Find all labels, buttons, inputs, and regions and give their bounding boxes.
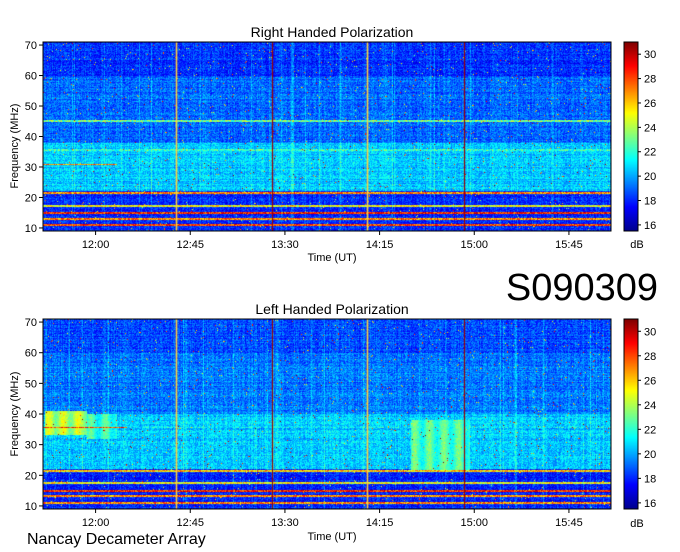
colorbar-tick-label: 22 <box>644 147 656 159</box>
right-colorbar-ticks: 16 18 20 22 24 26 28 30 <box>638 49 656 232</box>
right-spectrogram-image <box>43 42 611 231</box>
y-tick-label: 10 <box>25 223 37 235</box>
y-tick-label: 60 <box>25 348 37 360</box>
left-frequency-axis: 10 20 30 40 50 60 70 <box>25 317 43 513</box>
x-tick-label: 15:45 <box>555 239 583 251</box>
left-colorbar-ticks: 16 18 20 22 24 26 28 30 <box>638 326 656 510</box>
y-tick-label: 70 <box>25 317 37 329</box>
x-tick-label: 14:15 <box>366 239 394 251</box>
left-spectrogram-image <box>43 319 611 509</box>
right-xlabel: Time (UT) <box>307 252 356 264</box>
y-tick-label: 20 <box>25 192 37 204</box>
y-tick-label: 70 <box>25 40 37 52</box>
y-tick-label: 10 <box>25 501 37 513</box>
x-tick-label: 14:15 <box>366 517 394 529</box>
left-time-axis: 12:00 12:45 13:30 14:15 15:00 15:45 <box>82 509 583 529</box>
x-tick-label: 12:45 <box>176 239 204 251</box>
colorbar-tick-label: 28 <box>644 74 656 86</box>
x-tick-label: 15:00 <box>460 239 488 251</box>
y-tick-label: 30 <box>25 162 37 174</box>
right-ylabel: Frequency (MHz) <box>9 104 21 189</box>
x-tick-label: 12:00 <box>82 517 110 529</box>
x-tick-label: 13:30 <box>271 239 299 251</box>
x-tick-label: 13:30 <box>271 517 299 529</box>
colorbar-tick-label: 30 <box>644 326 656 338</box>
y-tick-label: 30 <box>25 440 37 452</box>
left-ylabel: Frequency (MHz) <box>9 372 21 457</box>
colorbar-tick-label: 26 <box>644 375 656 387</box>
right-colorbar <box>624 42 638 231</box>
left-colorbar-label: dB <box>630 518 643 530</box>
colorbar-tick-label: 16 <box>644 220 656 232</box>
x-tick-label: 12:00 <box>82 239 110 251</box>
observatory-name: Nancay Decameter Array <box>27 531 206 548</box>
right-time-axis: 12:00 12:45 13:30 14:15 15:00 15:45 <box>82 231 583 251</box>
left-xlabel: Time (UT) <box>307 531 356 543</box>
right-polarization-panel: Right Handed Polarization 10 20 30 40 50 60 70… <box>9 24 656 264</box>
colorbar-tick-label: 22 <box>644 424 656 436</box>
colorbar-tick-label: 30 <box>644 49 656 61</box>
left-colorbar <box>624 319 638 509</box>
colorbar-tick-label: 26 <box>644 98 656 110</box>
right-panel-title: Right Handed Polarization <box>251 24 414 40</box>
x-tick-label: 15:45 <box>555 517 583 529</box>
colorbar-tick-label: 24 <box>644 400 656 412</box>
x-tick-label: 15:00 <box>460 517 488 529</box>
spectrogram-figure: Right Handed Polarization 10 20 30 40 50 60 70… <box>9 24 658 548</box>
colorbar-tick-label: 20 <box>644 449 656 461</box>
y-tick-label: 60 <box>25 71 37 83</box>
left-panel-title: Left Handed Polarization <box>255 301 408 317</box>
colorbar-tick-label: 24 <box>644 122 656 134</box>
colorbar-tick-label: 28 <box>644 351 656 363</box>
y-tick-label: 50 <box>25 101 37 113</box>
colorbar-tick-label: 18 <box>644 196 656 208</box>
y-tick-label: 20 <box>25 470 37 482</box>
right-colorbar-label: dB <box>630 239 643 251</box>
y-tick-label: 50 <box>25 378 37 390</box>
colorbar-tick-label: 20 <box>644 171 656 183</box>
colorbar-tick-label: 16 <box>644 498 656 510</box>
event-id: S090309 <box>506 267 658 309</box>
right-frequency-axis: 10 20 30 40 50 60 70 <box>25 40 43 235</box>
y-tick-label: 40 <box>25 132 37 144</box>
y-tick-label: 40 <box>25 409 37 421</box>
left-polarization-panel: Left Handed Polarization 10203040506070 … <box>9 301 656 543</box>
x-tick-label: 12:45 <box>176 517 204 529</box>
colorbar-tick-label: 18 <box>644 473 656 485</box>
